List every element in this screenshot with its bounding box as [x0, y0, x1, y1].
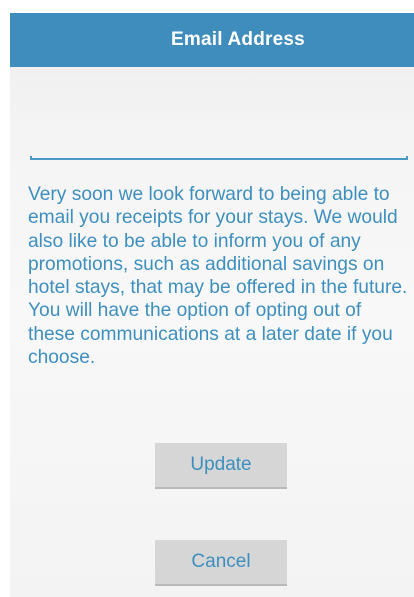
update-button[interactable]: Update: [155, 443, 287, 489]
email-input-underline: [30, 156, 408, 160]
cancel-button[interactable]: Cancel: [155, 540, 287, 586]
info-message: Very soon we look forward to being able …: [28, 184, 408, 369]
page-title: Email Address: [171, 29, 305, 50]
header-bar: Email Address: [10, 13, 414, 67]
email-address-screen: Email Address Very soon we look forward …: [10, 13, 414, 597]
email-input[interactable]: [30, 123, 408, 157]
email-field: [30, 123, 408, 161]
